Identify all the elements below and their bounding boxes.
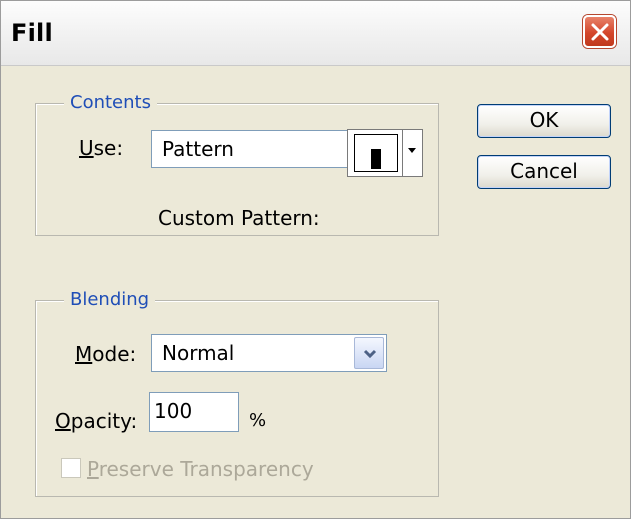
mode-dropdown-value: Normal bbox=[162, 341, 235, 365]
chevron-down-icon bbox=[363, 349, 377, 359]
use-dropdown-value: Pattern bbox=[162, 137, 234, 161]
mode-dropdown[interactable]: Normal bbox=[151, 334, 387, 372]
close-icon bbox=[591, 23, 609, 41]
close-button[interactable] bbox=[583, 15, 616, 48]
cancel-button[interactable]: Cancel bbox=[477, 155, 611, 189]
blending-legend: Blending bbox=[64, 288, 156, 312]
opacity-label: Opacity: bbox=[55, 409, 138, 433]
mode-dropdown-arrow[interactable] bbox=[354, 337, 384, 369]
title-bar[interactable]: Fill bbox=[1, 1, 630, 66]
opacity-input[interactable]: 100 bbox=[149, 392, 239, 432]
opacity-unit: % bbox=[249, 410, 267, 431]
preserve-transparency-label: Preserve Transparency bbox=[87, 457, 314, 481]
preserve-transparency-checkbox[interactable] bbox=[61, 458, 81, 478]
custom-pattern-picker[interactable] bbox=[347, 129, 423, 177]
dialog-body: Contents Use: Pattern Custom Pattern: Bl… bbox=[1, 66, 630, 518]
caret-down-icon[interactable] bbox=[406, 146, 418, 156]
ok-button[interactable]: OK bbox=[477, 104, 611, 138]
opacity-input-value: 100 bbox=[154, 399, 193, 423]
use-label: Use: bbox=[79, 136, 124, 160]
dialog-title: Fill bbox=[11, 19, 53, 47]
mode-label: Mode: bbox=[75, 342, 137, 366]
pattern-swatch bbox=[354, 134, 398, 172]
contents-legend: Contents bbox=[64, 91, 157, 115]
fill-dialog: Fill Contents Use: Pattern Custom Patter… bbox=[0, 0, 631, 519]
custom-pattern-label: Custom Pattern: bbox=[158, 206, 320, 230]
